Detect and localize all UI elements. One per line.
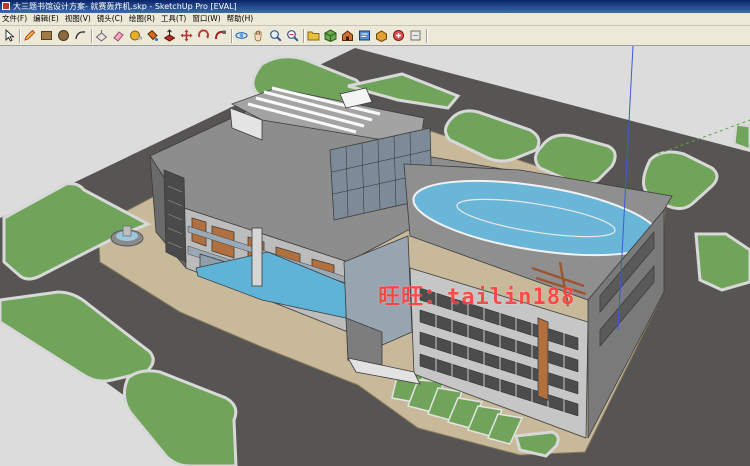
sketchup-app-icon xyxy=(2,2,10,10)
menu-camera[interactable]: 镜头(C) xyxy=(95,13,127,25)
rectangle-tool-icon[interactable] xyxy=(39,28,54,43)
push-pull-red-icon[interactable] xyxy=(162,28,177,43)
menu-window[interactable]: 窗口(W) xyxy=(190,13,224,25)
menu-tools[interactable]: 工具(T) xyxy=(159,13,190,25)
menu-bar: 文件(F) 编辑(E) 视图(V) 镜头(C) 绘图(R) 工具(T) 窗口(W) 帮助(H) xyxy=(0,13,750,26)
push-pull-tool-icon[interactable] xyxy=(94,28,109,43)
menu-edit[interactable]: 编辑(E) xyxy=(31,13,63,25)
select-tool-icon[interactable] xyxy=(2,28,17,43)
modeling-viewport[interactable]: 旺旺：tailin188 xyxy=(0,46,750,466)
arc-tool-icon[interactable] xyxy=(73,28,88,43)
zoom-tool-icon[interactable] xyxy=(268,28,283,43)
zoom-extents-tool-icon[interactable] xyxy=(285,28,300,43)
share-model-icon[interactable] xyxy=(391,28,406,43)
paint-bucket-tool-icon[interactable] xyxy=(145,28,160,43)
rotate-tool-icon[interactable] xyxy=(196,28,211,43)
menu-draw[interactable]: 绘图(R) xyxy=(127,13,159,25)
move-tool-icon[interactable] xyxy=(179,28,194,43)
main-toolbar xyxy=(0,26,750,46)
components-icon[interactable] xyxy=(323,28,338,43)
extension-warehouse-icon[interactable] xyxy=(408,28,423,43)
window-titlebar: 大三题书馆设计方案- 就赛轰炸机.skp - SketchUp Pro [EVA… xyxy=(0,0,750,13)
eraser-tool-icon[interactable] xyxy=(111,28,126,43)
3d-scene xyxy=(0,46,750,466)
pencil-tool-icon[interactable] xyxy=(22,28,37,43)
3d-warehouse-icon[interactable] xyxy=(340,28,355,43)
follow-me-tool-icon[interactable] xyxy=(213,28,228,43)
tape-measure-tool-icon[interactable] xyxy=(128,28,143,43)
send-to-layout-icon[interactable] xyxy=(357,28,372,43)
watermark-text: 旺旺：tailin188 xyxy=(378,285,576,310)
folder-icon[interactable] xyxy=(306,28,321,43)
menu-file[interactable]: 文件(F) xyxy=(0,13,31,25)
menu-help[interactable]: 帮助(H) xyxy=(225,13,258,25)
pan-tool-icon[interactable] xyxy=(251,28,266,43)
get-models-icon[interactable] xyxy=(374,28,389,43)
orbit-tool-icon[interactable] xyxy=(234,28,249,43)
window-title: 大三题书馆设计方案- 就赛轰炸机.skp - SketchUp Pro [EVA… xyxy=(13,2,237,11)
menu-view[interactable]: 视图(V) xyxy=(63,13,95,25)
circle-tool-icon[interactable] xyxy=(56,28,71,43)
